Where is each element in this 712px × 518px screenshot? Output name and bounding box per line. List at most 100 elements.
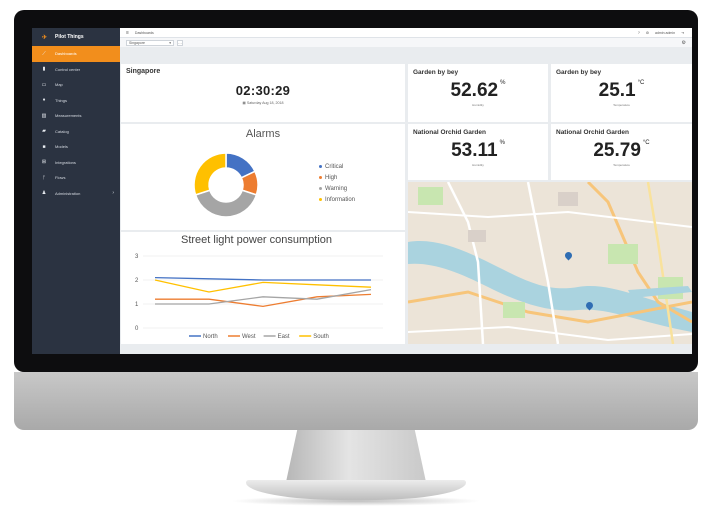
metric-card: Garden by bey 52.62% Humidity	[408, 64, 548, 122]
breadcrumb: Dashboards	[134, 30, 154, 35]
legend-label-north: North	[203, 334, 218, 340]
sidebar-item-map[interactable]: ▭ Map	[32, 77, 120, 93]
metric-title: Garden by bey	[556, 69, 602, 76]
sidebar-item-things[interactable]: ♦ Things	[32, 93, 120, 109]
sidebar-item-label: Flows	[55, 175, 66, 181]
donut-slice-information	[193, 152, 227, 196]
series-line-south	[154, 279, 372, 293]
y-tick-label: 0	[135, 326, 139, 332]
metric-unit: °C	[637, 80, 645, 86]
metric-label: Humidity	[472, 163, 484, 167]
metric-value: 52.62%	[408, 80, 548, 102]
clock-date: ▦ Saturday Aug 18, 2018	[121, 101, 405, 105]
series-line-east	[155, 288, 372, 305]
brand-name: Pilot Things	[55, 34, 84, 40]
calendar-icon: ▦	[242, 101, 246, 105]
metric-card: Garden by bey 25.1 °C Temperature	[551, 64, 692, 122]
sidebar-item-label: Integrations	[55, 159, 76, 165]
metric-unit: °C	[642, 140, 650, 146]
sidebar-item-label: Control center	[55, 66, 81, 72]
metric-card: National Orchid Garden 25.79 °C Temperatu…	[551, 124, 692, 180]
metric-title: Garden by bey	[413, 69, 459, 76]
sidebar-item-dashboards[interactable]: ⟋ Dashboards	[32, 46, 120, 62]
chart-line-icon: ⟋	[42, 50, 46, 57]
dashboard-settings-icon[interactable]: ⚙	[682, 40, 686, 46]
menu-icon[interactable]: ≡	[126, 30, 129, 36]
sidebar-item-integrations[interactable]: ⊞ Integrations	[32, 155, 120, 171]
chevron-down-icon: ▾	[169, 40, 171, 45]
legend-label-west: West	[242, 334, 256, 340]
legend-swatch-warning	[319, 186, 322, 190]
sidebar-item-label: Dashboards	[55, 51, 77, 57]
chevron-right-icon: ›	[112, 190, 114, 197]
metric-title: National Orchid Garden	[413, 129, 486, 136]
dashboard-toolbar: Singapore ▾ … ⚙	[120, 38, 692, 47]
brand[interactable]: ✈ Pilot Things	[32, 28, 120, 46]
pin-icon: ♦	[42, 97, 46, 104]
metric-label: Humidity	[472, 103, 484, 107]
clock-time: 02:30:29	[235, 83, 291, 98]
legend-label: High	[325, 175, 338, 181]
donut-slice-warning	[194, 189, 258, 218]
sidebar-item-models[interactable]: ■ Models	[32, 139, 120, 155]
legend-swatch-high	[319, 175, 322, 179]
user-name[interactable]: admin admin	[655, 31, 675, 35]
legend-label-south: South	[313, 334, 329, 340]
alarms-title: Alarms	[245, 128, 281, 140]
sidebar-item-label: Administration	[55, 190, 81, 196]
person-icon: ♟	[41, 190, 47, 197]
sidebar-item-catalog[interactable]: ▰ Catalog	[32, 124, 120, 140]
y-tick-label: 2	[135, 278, 139, 284]
sidebar-item-administration[interactable]: ♟ Administration ›	[32, 186, 120, 202]
sidebar-item-measurements[interactable]: ▥ Measurements	[32, 108, 120, 124]
sidebar-item-label: Map	[55, 82, 63, 88]
legend-label: Information	[325, 197, 356, 203]
map-graphic	[408, 182, 692, 344]
alarms-legend: Critical High Warning Information	[319, 162, 355, 206]
metric-value: 25.1 °C	[551, 80, 692, 102]
power-consumption-line-chart: 0 1 2 3 North West East South	[135, 254, 383, 340]
sidebar-item-label: Catalog	[55, 128, 69, 134]
metric-title: National Orchid Garden	[556, 129, 629, 136]
y-tick-label: 3	[135, 254, 139, 260]
legend-swatch-critical	[319, 164, 322, 168]
dashboard-select-value: Singapore	[129, 40, 145, 45]
help-icon[interactable]: ?	[638, 31, 640, 35]
map-icon: ▭	[41, 81, 47, 88]
metric-value: 25.79 °C	[551, 140, 692, 162]
metric-number: 52.62	[450, 80, 499, 101]
more-options-button[interactable]: …	[177, 39, 183, 46]
legend-item-warning: Warning	[319, 184, 355, 195]
metric-unit: %	[500, 80, 506, 86]
metric-card: National Orchid Garden 53.11% Humidity	[408, 124, 548, 180]
clock-card: Singapore 02:30:29 ▦ Saturday Aug 18, 20…	[121, 64, 405, 122]
legend-label-east: East	[278, 334, 290, 340]
sidebar-item-control-center[interactable]: ▮ Control center	[32, 62, 120, 78]
clock-date-text: Saturday Aug 18, 2018	[246, 101, 284, 105]
dashboard-select[interactable]: Singapore ▾	[126, 39, 174, 46]
sidebar: ✈ Pilot Things ⟋ Dashboards ▮ Control ce…	[32, 28, 120, 354]
monitor-chin	[14, 372, 698, 430]
series-line-north	[154, 276, 371, 281]
legend-label: Critical	[325, 164, 344, 170]
city-map[interactable]	[408, 182, 692, 344]
metric-number: 53.11	[451, 140, 498, 161]
metric-number: 25.1	[598, 80, 636, 101]
monitor-stand-neck	[286, 430, 426, 482]
flow-icon: ᚠ	[42, 174, 46, 181]
y-tick-label: 1	[135, 302, 139, 308]
metric-label: Temperature	[613, 163, 630, 167]
sidebar-item-label: Things	[55, 97, 68, 103]
settings-icon[interactable]: ⚙	[646, 31, 649, 35]
power-consumption-card: Street light power consumption 0 1 2 3 North…	[121, 232, 405, 344]
legend-label: Warning	[325, 186, 348, 192]
metric-value: 53.11%	[408, 140, 548, 162]
sidebar-item-label: Measurements	[55, 113, 82, 119]
clock-card-title: Singapore	[126, 68, 161, 75]
screen: ✈ Pilot Things ⟋ Dashboards ▮ Control ce…	[32, 28, 692, 354]
sidebar-item-flows[interactable]: ᚠ Flows	[32, 170, 120, 186]
book-icon: ▰	[42, 128, 46, 135]
cube-icon: ■	[42, 143, 46, 150]
file-icon: ▮	[42, 66, 46, 73]
logout-icon[interactable]: ⇥	[681, 31, 684, 35]
